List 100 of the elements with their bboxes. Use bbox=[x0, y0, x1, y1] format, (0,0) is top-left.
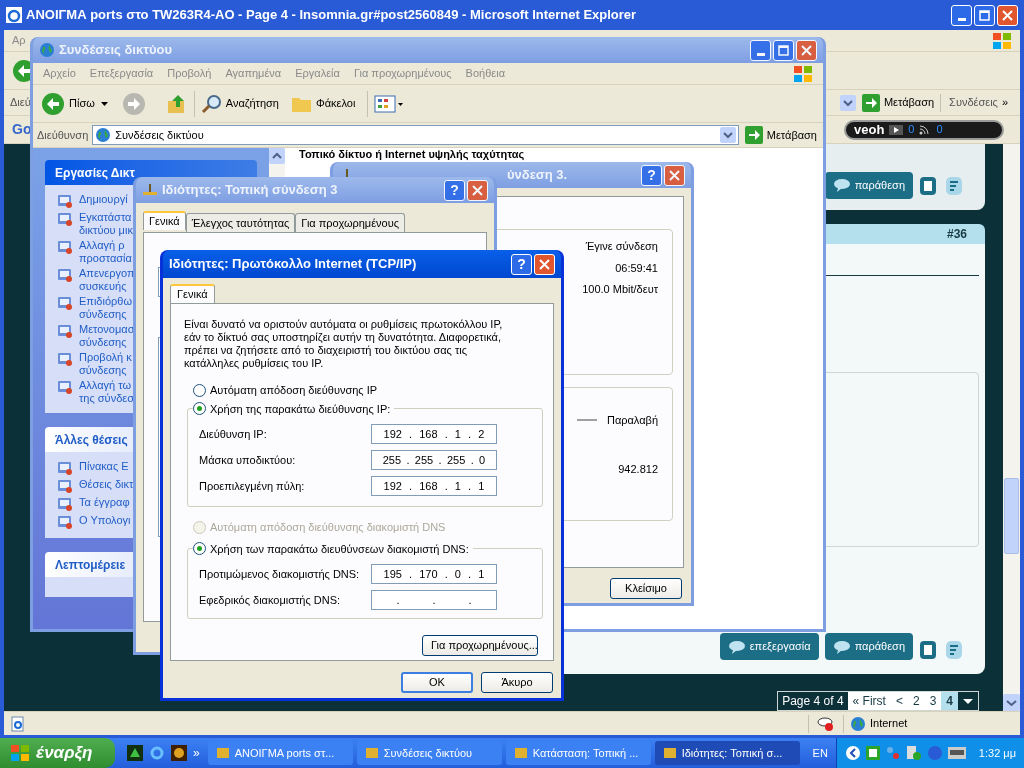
scroll-up-icon[interactable] bbox=[269, 148, 285, 164]
network-globe-icon bbox=[39, 42, 55, 58]
address-field[interactable]: Συνδέσεις δικτύου bbox=[92, 125, 739, 145]
reply-icon[interactable] bbox=[945, 638, 965, 660]
close-button[interactable] bbox=[997, 4, 1018, 26]
task-icon bbox=[57, 351, 73, 367]
dropdown-icon[interactable] bbox=[719, 127, 736, 143]
window-icon bbox=[215, 746, 230, 760]
menu-item[interactable]: Βοήθεια bbox=[465, 65, 505, 82]
taskbar-button[interactable]: ΑΝΟΙΓΜΑ ports στ... bbox=[207, 741, 353, 765]
network-icon[interactable] bbox=[947, 747, 966, 759]
tray-chevron-icon[interactable] bbox=[844, 745, 861, 761]
views-icon[interactable] bbox=[374, 94, 405, 113]
taskbar-button[interactable]: Συνδέσεις δικτύου bbox=[356, 741, 502, 765]
links-label[interactable]: Συνδέσεις bbox=[949, 94, 998, 111]
page-link[interactable]: 4 bbox=[941, 692, 958, 710]
quote-button[interactable]: παράθεση bbox=[824, 171, 913, 199]
close-button[interactable] bbox=[534, 253, 555, 275]
go-button[interactable]: Μετάβαση bbox=[742, 126, 819, 144]
help-button[interactable]: ? bbox=[511, 253, 532, 275]
links-chevron[interactable]: » bbox=[1001, 94, 1008, 111]
menu-item[interactable]: Για προχωρημένους bbox=[353, 65, 452, 82]
start-button[interactable]: έναρξη bbox=[0, 738, 115, 768]
tray-app-icon[interactable] bbox=[865, 746, 880, 760]
task-link[interactable]: Απενεργοπ συσκευής bbox=[79, 267, 135, 293]
scrollbar[interactable] bbox=[1003, 144, 1020, 711]
task-link[interactable]: Εγκατάστα δικτύου μικ bbox=[79, 211, 133, 237]
close-button[interactable] bbox=[664, 164, 685, 186]
scrollbar-thumb[interactable] bbox=[1004, 478, 1019, 554]
taskbar-button[interactable]: Ιδιότητες: Τοπική σ... bbox=[654, 741, 800, 765]
browser-icon bbox=[6, 7, 22, 23]
reply-icon[interactable] bbox=[945, 174, 965, 196]
radio-button[interactable] bbox=[193, 383, 206, 397]
ip-address-field[interactable]: 192 . 168 . 1 . 1 bbox=[371, 476, 497, 496]
scroll-down-icon[interactable] bbox=[1003, 694, 1020, 711]
back-button[interactable]: Πίσω bbox=[41, 91, 95, 116]
task-link[interactable]: Μετονομασ σύνδεσης bbox=[79, 323, 135, 349]
task-link[interactable]: Δημιουργί bbox=[79, 193, 128, 206]
ok-button[interactable]: OK bbox=[401, 672, 473, 693]
menu-item[interactable]: Αρ bbox=[12, 32, 26, 49]
taskbar-button[interactable]: Κατάσταση: Τοπική ... bbox=[505, 741, 651, 765]
folders-button[interactable]: Φάκελοι bbox=[290, 94, 356, 113]
page-link[interactable]: 2 bbox=[907, 692, 925, 710]
windows-logo-icon bbox=[10, 744, 30, 762]
page-link[interactable]: < bbox=[890, 692, 908, 710]
menu-item[interactable]: Επεξεργασία bbox=[89, 65, 154, 82]
quote-button[interactable]: παράθεση bbox=[824, 633, 913, 660]
app-launcher-icon[interactable] bbox=[171, 745, 187, 761]
field-label: Προεπιλεγμένη πύλη: bbox=[199, 478, 306, 494]
cancel-button[interactable]: Άκυρο bbox=[481, 672, 553, 693]
ip-address-field[interactable]: 192 . 168 . 1 . 2 bbox=[371, 424, 497, 444]
multi-quote-icon[interactable] bbox=[919, 174, 939, 196]
post-number: #36 bbox=[946, 226, 967, 243]
multi-quote-icon[interactable] bbox=[919, 638, 939, 660]
tab[interactable]: Για προχωρημένους bbox=[295, 213, 406, 232]
close-button[interactable] bbox=[467, 179, 488, 201]
language-indicator[interactable]: EN bbox=[812, 744, 828, 762]
browser-icon[interactable] bbox=[149, 745, 165, 761]
task-group-title: Λεπτομέρειε bbox=[55, 556, 126, 574]
page-link[interactable]: « First bbox=[847, 692, 891, 710]
minimize-button[interactable] bbox=[951, 4, 972, 26]
tab[interactable]: Γενικά bbox=[170, 284, 215, 303]
menu-item[interactable]: Αρχείο bbox=[43, 65, 76, 82]
task-link[interactable]: Θέσεις δικτ bbox=[79, 478, 134, 491]
quick-launch-chevron[interactable]: » bbox=[193, 744, 200, 762]
menu-item[interactable]: Προβολή bbox=[167, 65, 212, 82]
go-button[interactable]: Μετάβαση bbox=[859, 93, 937, 112]
task-link[interactable]: Τα έγγραφ bbox=[79, 496, 130, 509]
task-link[interactable]: Ο Υπολογι bbox=[79, 514, 131, 527]
task-link[interactable]: Επιδιόρθω σύνδεσης bbox=[79, 295, 133, 321]
help-button[interactable]: ? bbox=[444, 179, 465, 201]
network-icon bbox=[142, 183, 158, 197]
ip-address-field[interactable]: 255 . 255 . 255 . 0 bbox=[371, 450, 497, 470]
help-button[interactable]: ? bbox=[641, 164, 662, 186]
close-button[interactable]: Κλείσιμο bbox=[610, 578, 682, 599]
tab[interactable]: Έλεγχος ταυτότητας bbox=[185, 213, 296, 232]
search-button[interactable]: Αναζήτηση bbox=[200, 92, 279, 115]
edit-button[interactable]: επεξεργασία bbox=[719, 633, 819, 660]
ip-address-field[interactable]: . . . bbox=[371, 590, 497, 610]
app-launcher-icon[interactable] bbox=[127, 745, 143, 761]
close-button[interactable] bbox=[796, 39, 817, 61]
maximize-button[interactable] bbox=[974, 4, 995, 26]
task-link[interactable]: Αλλαγή ρ προστασία bbox=[79, 239, 132, 265]
radio-button[interactable] bbox=[193, 402, 206, 416]
advanced-button[interactable]: Για προχωρημένους... bbox=[422, 635, 538, 656]
minimize-button[interactable] bbox=[750, 39, 771, 61]
windows-logo-icon bbox=[992, 31, 1012, 50]
ip-address-field[interactable]: 195 . 170 . 0 . 1 bbox=[371, 564, 497, 584]
radio-button[interactable] bbox=[193, 542, 206, 556]
task-link[interactable]: Προβολή κ σύνδεσης bbox=[79, 351, 132, 377]
maximize-button[interactable] bbox=[773, 39, 794, 61]
popup-blocked-icon[interactable] bbox=[817, 715, 835, 732]
tray-app-icon[interactable] bbox=[905, 745, 922, 761]
dropdown-icon[interactable] bbox=[958, 692, 978, 710]
task-link[interactable]: Αλλαγή τω της σύνδεσ bbox=[79, 379, 134, 405]
menu-item[interactable]: Εργαλεία bbox=[295, 65, 340, 82]
task-link[interactable]: Πίνακας Ε bbox=[79, 460, 129, 473]
menu-item[interactable]: Αγαπημένα bbox=[225, 65, 282, 82]
tab[interactable]: Γενικά bbox=[143, 211, 186, 230]
page-link[interactable]: 3 bbox=[924, 692, 942, 710]
